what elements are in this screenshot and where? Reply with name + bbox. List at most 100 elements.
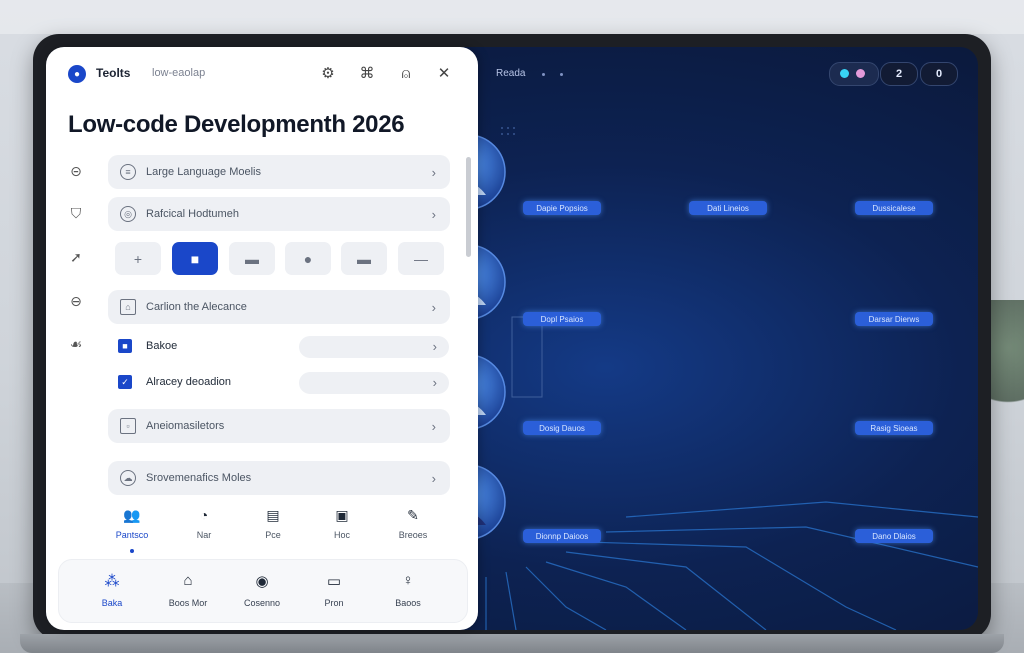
toolbar-button[interactable]: ▬ <box>341 242 387 275</box>
nav-boos-mor[interactable]: ⌂ Boos Mor <box>153 572 223 608</box>
toolbar-button[interactable]: ▬ <box>229 242 275 275</box>
app-logo-icon: ● <box>68 65 86 83</box>
node-label[interactable]: Dussicalese <box>855 201 933 215</box>
tools-panel: ● Teolts low-eaolap ⚙ ⌘ ⍝ ✕ Low-code Dev… <box>46 47 478 630</box>
checkbox[interactable]: ■ <box>118 339 132 353</box>
panel-topbar: ● Teolts low-eaolap ⚙ ⌘ ⍝ ✕ <box>46 47 478 99</box>
checkbox-label: Bakoe <box>146 340 178 352</box>
dot-indicator <box>542 73 545 76</box>
tab-breoes[interactable]: ✎ Breoes <box>383 507 443 540</box>
tab-label: Hoc <box>333 530 350 540</box>
option-dropdown[interactable]: › <box>299 372 449 394</box>
cloud-icon: ☁ <box>120 470 136 486</box>
toolbar-button[interactable]: ● <box>285 242 331 275</box>
edit-icon: ✎ <box>407 507 419 523</box>
node-label[interactable]: Dionnp Daioos <box>523 529 601 543</box>
close-icon[interactable]: ✕ <box>434 63 454 83</box>
node-label[interactable]: Rasig Sioeas <box>855 421 933 435</box>
node-label[interactable]: Dapie Popsios <box>523 201 601 215</box>
chevron-right-icon: › <box>432 339 437 354</box>
background-window <box>0 0 1024 34</box>
notification-bell-icon[interactable]: ⍝ <box>396 63 416 83</box>
leaf-icon[interactable]: ☙ <box>66 334 86 354</box>
brain-icon[interactable]: ⊝ <box>66 161 86 181</box>
document-icon: ▤ <box>266 507 280 523</box>
list-item-label: Srovemenafics Moles <box>146 472 252 484</box>
toolbar-button-add[interactable]: + <box>115 242 161 275</box>
home-icon: ⌂ <box>120 299 136 315</box>
checkbox-label: Alracey deoadion <box>146 376 232 388</box>
nav-baka[interactable]: ⁂ Baka <box>77 572 147 608</box>
badge-icon: ◉ <box>255 573 269 590</box>
monitor-icon: ▭ <box>326 573 342 590</box>
file-icon: ▣ <box>335 507 349 523</box>
list-item-label: Aneiomasiletors <box>146 420 225 432</box>
people-icon: 👥 <box>123 507 141 523</box>
nav-label: Pron <box>324 598 344 608</box>
hardware-icon: ◎ <box>120 206 136 222</box>
nav-baoos[interactable]: ♀ Baoos <box>373 572 443 608</box>
tab-pantsco[interactable]: 👥 Pantsco <box>102 507 162 540</box>
tab-pce[interactable]: ▤ Pce <box>243 507 303 540</box>
tab-label: Nar <box>196 530 212 540</box>
node-label[interactable]: Dano Dlaios <box>855 529 933 543</box>
chevron-right-icon: › <box>431 470 436 486</box>
node-label[interactable]: Dati Lineios <box>689 201 767 215</box>
user-icon: ♀ <box>402 572 414 589</box>
toolbar-button-remove[interactable]: — <box>398 242 444 275</box>
automation-icon: ▫ <box>120 418 136 434</box>
device-base <box>20 634 1004 653</box>
node-label[interactable]: Darsar Dierws <box>855 312 933 326</box>
view-control-1[interactable]: 2 <box>880 62 918 86</box>
nav-label: Cosenno <box>243 598 281 608</box>
list-item[interactable]: ▫ Aneiomasiletors › <box>108 409 450 443</box>
bottom-navigation: ⁂ Baka ⌂ Boos Mor ◉ Cosenno ▭ Pron ♀ Bao… <box>58 559 468 623</box>
model-icon: ≡ <box>120 164 136 180</box>
list-item-label: Carlion the Alecance <box>146 301 247 313</box>
chevron-right-icon: › <box>431 206 436 222</box>
chevron-right-icon: › <box>432 375 437 390</box>
arrow-icon[interactable]: ➚ <box>66 247 86 267</box>
node-label[interactable]: Dopl Psaios <box>523 312 601 326</box>
active-tab-indicator <box>130 549 134 553</box>
view-control-2[interactable]: 0 <box>920 62 958 86</box>
app-name: Teolts <box>96 66 131 80</box>
node-label[interactable]: Dosig Dauos <box>523 421 601 435</box>
nav-cosenno[interactable]: ◉ Cosenno <box>227 572 297 608</box>
nav-pron[interactable]: ▭ Pron <box>299 572 369 608</box>
nav-label: Baka <box>101 598 123 608</box>
list-item-label: Large Language Moelis <box>146 166 261 178</box>
clock-icon: ◔ <box>199 507 209 523</box>
option-dropdown[interactable]: › <box>299 336 449 358</box>
chevron-right-icon: › <box>431 164 436 180</box>
minus-circle-icon[interactable]: ⊖ <box>66 291 86 311</box>
list-item-label: Rafcical Hodtumeh <box>146 208 239 220</box>
tab-label: Breoes <box>398 530 428 540</box>
checkbox[interactable]: ✓ <box>118 375 132 389</box>
theme-toggle[interactable] <box>829 62 879 86</box>
list-item[interactable]: ⌂ Carlion the Alecance › <box>108 290 450 324</box>
tab-bar: 👥 Pantsco ◔ Nar ▤ Pce ▣ Hoc ✎ Breoes <box>46 507 478 557</box>
tab-nar[interactable]: ◔ Nar <box>174 507 234 540</box>
tab-label: Pce <box>265 530 281 540</box>
scrollbar[interactable] <box>466 157 471 257</box>
grid-icon: ⁂ <box>104 573 120 590</box>
breadcrumb[interactable]: low-eaolap <box>152 67 205 79</box>
nav-label: Boos Mor <box>168 598 208 608</box>
chevron-right-icon: › <box>431 418 436 434</box>
page-title: Low-code Developmenth 2026 <box>68 111 405 138</box>
tab-label: Pantsco <box>115 530 149 540</box>
home-icon: ⌂ <box>183 572 193 589</box>
toolbar-button-selected[interactable]: ■ <box>172 242 218 275</box>
visualization-title: Reada <box>496 68 526 79</box>
share-icon[interactable]: ⌘ <box>357 63 377 83</box>
settings-gear-icon[interactable]: ⚙ <box>318 63 338 83</box>
nav-label: Baoos <box>395 598 421 608</box>
chevron-right-icon: › <box>431 299 436 315</box>
tab-hoc[interactable]: ▣ Hoc <box>312 507 372 540</box>
dot-indicator <box>560 73 563 76</box>
list-item[interactable]: ◎ Rafcical Hodtumeh › <box>108 197 450 231</box>
shield-icon[interactable]: ⛉ <box>66 203 86 223</box>
list-item[interactable]: ☁ Srovemenafics Moles › <box>108 461 450 495</box>
list-item[interactable]: ≡ Large Language Moelis › <box>108 155 450 189</box>
